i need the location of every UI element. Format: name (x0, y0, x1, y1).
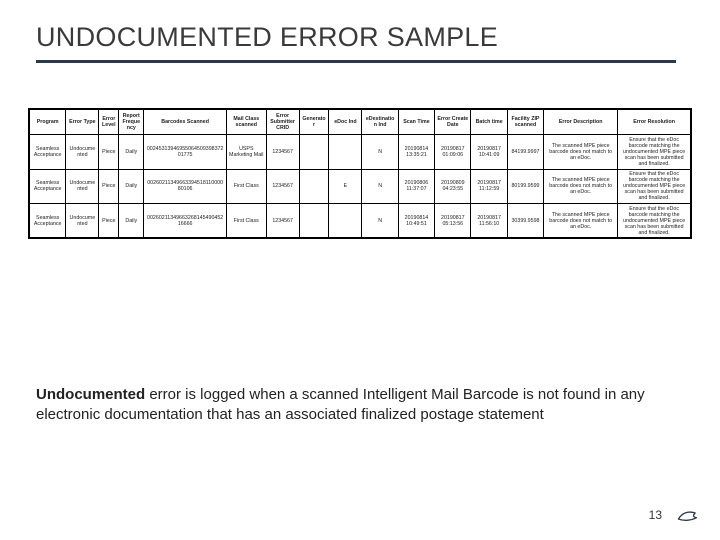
th-error-res: Error Resolution (618, 110, 691, 135)
cell-level: Piece (99, 169, 119, 203)
cell-barcode: 0026021134966339451811000080106 (144, 169, 227, 203)
data-table: Program Error Type Error Level Report Fr… (29, 109, 691, 238)
cell-desc: The scanned MPE piece barcode does not m… (544, 204, 618, 238)
title-underline (36, 60, 676, 63)
cell-level: Piece (99, 135, 119, 169)
cell-res: Ensure that the eDoc barcode matching th… (618, 169, 691, 203)
table-row: Seamless Acceptance Undocumented Piece D… (30, 135, 691, 169)
th-generator: Generator (299, 110, 329, 135)
caption-bold: Undocumented (36, 386, 145, 403)
th-program: Program (30, 110, 66, 135)
cell-freq: Daily (119, 204, 144, 238)
cell-edate: 20190817 05:13:56 (435, 204, 471, 238)
cell-edate: 20190817 01:09:06 (435, 135, 471, 169)
table-row: Seamless Acceptance Undocumented Piece D… (30, 169, 691, 203)
page-number: 13 (649, 508, 662, 522)
cell-program: Seamless Acceptance (30, 204, 66, 238)
cell-btime: 20190817 11:56:10 (471, 204, 507, 238)
th-mail-class: Mail Class scanned (226, 110, 266, 135)
cell-edest: N (362, 204, 398, 238)
cell-edest: N (362, 169, 398, 203)
cell-edoc: E (329, 169, 362, 203)
th-crid: Error Submitter CRID (266, 110, 299, 135)
th-error-type: Error Type (66, 110, 99, 135)
cell-freq: Daily (119, 169, 144, 203)
table-header-row: Program Error Type Error Level Report Fr… (30, 110, 691, 135)
cell-level: Piece (99, 204, 119, 238)
cell-etype: Undocumented (66, 135, 99, 169)
th-barcodes: Barcodes Scanned (144, 110, 227, 135)
th-frequency: Report Frequency (119, 110, 144, 135)
cell-crid: 1234567 (266, 135, 299, 169)
cell-desc: The scanned MPE piece barcode does not m… (544, 135, 618, 169)
cell-res: Ensure that the eDoc barcode matching th… (618, 204, 691, 238)
cell-crid: 1234567 (266, 169, 299, 203)
cell-mclass: First Class (226, 204, 266, 238)
cell-mclass: First Class (226, 169, 266, 203)
cell-gen (299, 169, 329, 203)
cell-stime: 20190814 13:35:21 (398, 135, 434, 169)
th-facility-zip: Facility ZIP scanned (507, 110, 543, 135)
cell-zip: 84199.9997 (507, 135, 543, 169)
error-sample-table: Program Error Type Error Level Report Fr… (28, 108, 692, 239)
cell-res: Ensure that the eDoc barcode matching th… (618, 135, 691, 169)
cell-edoc (329, 204, 362, 238)
cell-barcode: 0024531394695506450939837201775 (144, 135, 227, 169)
th-scan-time: Scan Time (398, 110, 434, 135)
eagle-logo-icon (676, 506, 700, 526)
page-title: UNDOCUMENTED ERROR SAMPLE (36, 22, 498, 53)
cell-program: Seamless Acceptance (30, 135, 66, 169)
cell-zip: 80199.9599 (507, 169, 543, 203)
th-edoc-ind: eDoc Ind (329, 110, 362, 135)
cell-btime: 20190817 11:12:59 (471, 169, 507, 203)
th-edest-ind: eDestination Ind (362, 110, 398, 135)
th-error-desc: Error Description (544, 110, 618, 135)
cell-stime: 20190806 11:37:07 (398, 169, 434, 203)
cell-zip: 30399.9598 (507, 204, 543, 238)
cell-stime: 20190814 10:49:51 (398, 204, 434, 238)
cell-crid: 1234567 (266, 204, 299, 238)
cell-edoc (329, 135, 362, 169)
cell-btime: 20190817 10:41:09 (471, 135, 507, 169)
cell-etype: Undocumented (66, 169, 99, 203)
cell-barcode: 0026021134966326814549045216666 (144, 204, 227, 238)
cell-gen (299, 204, 329, 238)
cell-gen (299, 135, 329, 169)
cell-program: Seamless Acceptance (30, 169, 66, 203)
cell-freq: Daily (119, 135, 144, 169)
th-batch-time: Batch time (471, 110, 507, 135)
cell-desc: The scanned MPE piece barcode does not m… (544, 169, 618, 203)
th-error-level: Error Level (99, 110, 119, 135)
slide: UNDOCUMENTED ERROR SAMPLE Program Error … (0, 0, 720, 540)
caption: Undocumented error is logged when a scan… (36, 385, 670, 426)
cell-edest: N (362, 135, 398, 169)
th-error-date: Error Create Date (435, 110, 471, 135)
cell-edate: 20190809 04:23:55 (435, 169, 471, 203)
cell-mclass: USPS Marketing Mail (226, 135, 266, 169)
table-row: Seamless Acceptance Undocumented Piece D… (30, 204, 691, 238)
cell-etype: Undocumented (66, 204, 99, 238)
